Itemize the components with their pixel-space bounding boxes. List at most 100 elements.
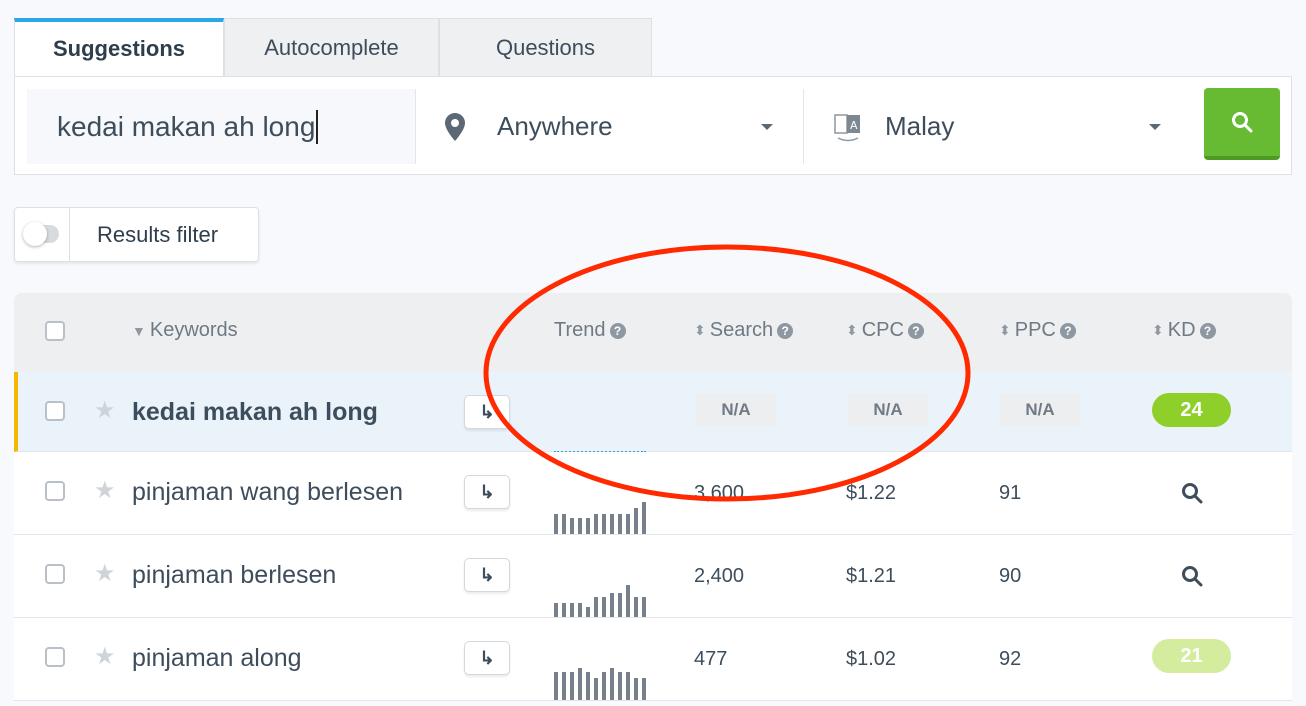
trend-bar [610,668,614,700]
expand-button[interactable]: ↳ [464,558,510,592]
star-icon[interactable]: ★ [94,476,116,505]
keyword-text[interactable]: pinjaman along [132,644,302,673]
language-value: Malay [885,111,955,141]
header-trend: Trend? [554,319,626,342]
row-checkbox[interactable] [45,647,65,667]
trend-bar [626,585,630,617]
trend-bar [618,672,622,700]
trend-bar [578,603,582,617]
trend-bar [570,603,574,617]
cpc-value: $1.02 [846,648,897,670]
search-bar: kedai makan ah long Anywhere A Malay [14,76,1292,175]
trend-bar [586,518,590,534]
trend-bar [618,514,622,534]
trend-bar [634,508,638,534]
keyword-input[interactable]: kedai makan ah long [27,89,415,164]
header-label: Trend [554,319,606,341]
search-value: 2,400 [694,565,745,587]
star-icon[interactable]: ★ [94,642,116,671]
trend-bar [562,603,566,617]
row-checkbox[interactable] [45,564,65,584]
header-search[interactable]: ⬍ Search? [694,319,794,342]
header-kd[interactable]: ⬍ KD? [1152,319,1216,342]
select-all-checkbox[interactable] [45,321,65,341]
toggle-knob [23,222,47,246]
trend-bar [642,502,646,534]
header-keywords[interactable]: ▼ Keywords [132,319,238,342]
help-icon[interactable]: ? [1199,322,1216,339]
keywords-table: ▼ Keywords Trend? ⬍ Search? ⬍ CPC? ⬍ PPC? ⬍ K… [14,293,1292,701]
trend-bar [610,514,614,534]
row-checkbox[interactable] [45,401,65,421]
svg-text:A: A [850,119,858,132]
ppc-value: 91 [999,482,1022,504]
ppc-value: N/A [1000,394,1080,426]
trend-bar [562,514,566,534]
help-icon[interactable]: ? [609,322,626,339]
row-checkbox[interactable] [45,481,65,501]
trend-bar [594,597,598,617]
expand-button[interactable]: ↳ [464,641,510,675]
trend-bar [602,514,606,534]
header-ppc[interactable]: ⬍ PPC? [999,319,1076,342]
trend-bar [586,672,590,700]
sort-desc-icon: ▼ [132,322,146,339]
expand-button[interactable]: ↳ [464,395,510,429]
sort-icon: ⬍ [694,322,706,338]
results-filter-label: Results filter [97,222,219,247]
location-value: Anywhere [497,111,613,141]
divider [415,89,416,164]
sort-icon: ⬍ [846,322,858,338]
expand-button[interactable]: ↳ [464,475,510,509]
table-row: ★ kedai makan ah long ↳ N/A N/A N/A 24 [14,372,1292,453]
trend-chart [554,494,646,534]
trend-bar [578,668,582,700]
trend-bar [626,514,630,534]
keyword-text[interactable]: pinjaman berlesen [132,561,336,590]
trend-bar [642,597,646,617]
trend-bar [634,597,638,617]
trend-bar [562,672,566,700]
help-icon[interactable]: ? [777,322,794,339]
search-value: 477 [694,648,728,670]
tab-questions[interactable]: Questions [439,18,652,76]
table-row: ★ pinjaman wang berlesen ↳ 3,600 $1.22 91 [14,452,1292,535]
header-label: PPC [1014,319,1056,341]
header-label: CPC [861,319,904,341]
search-value: N/A [696,394,776,426]
search-icon[interactable] [1181,482,1203,504]
results-filter-toggle[interactable] [23,222,59,246]
ppc-value: 92 [999,648,1022,670]
header-cpc[interactable]: ⬍ CPC? [846,319,924,342]
results-filter[interactable]: Results filter [14,207,259,262]
map-pin-icon [445,112,465,141]
location-select[interactable]: Anywhere [445,89,775,164]
star-icon[interactable]: ★ [94,559,116,588]
search-icon [1232,112,1253,133]
table-header: ▼ Keywords Trend? ⬍ Search? ⬍ CPC? ⬍ PPC? ⬍ K… [14,293,1292,372]
cpc-value: $1.22 [846,482,897,504]
trend-bar [570,518,574,534]
search-icon[interactable] [1181,565,1203,587]
trend-bar [570,672,574,700]
help-icon[interactable]: ? [1059,322,1076,339]
trend-bar [594,514,598,534]
kd-badge: 21 [1152,639,1231,673]
tab-suggestions[interactable]: Suggestions [14,18,224,76]
header-label: Keywords [149,319,238,341]
keyword-text[interactable]: kedai makan ah long [132,398,378,427]
help-icon[interactable]: ? [907,322,924,339]
header-label: Search [709,319,774,341]
star-icon[interactable]: ★ [94,396,116,425]
trend-bar [602,672,606,700]
trend-bar [554,672,558,700]
divider [69,208,70,261]
trend-bar [626,672,630,700]
ppc-value: 90 [999,565,1022,587]
cpc-value: N/A [848,394,928,426]
search-button[interactable] [1204,88,1280,160]
keyword-text[interactable]: pinjaman wang berlesen [132,478,403,507]
language-select[interactable]: A Malay [833,89,1173,164]
tab-autocomplete[interactable]: Autocomplete [224,18,439,76]
keyword-value: kedai makan ah long [57,110,316,142]
